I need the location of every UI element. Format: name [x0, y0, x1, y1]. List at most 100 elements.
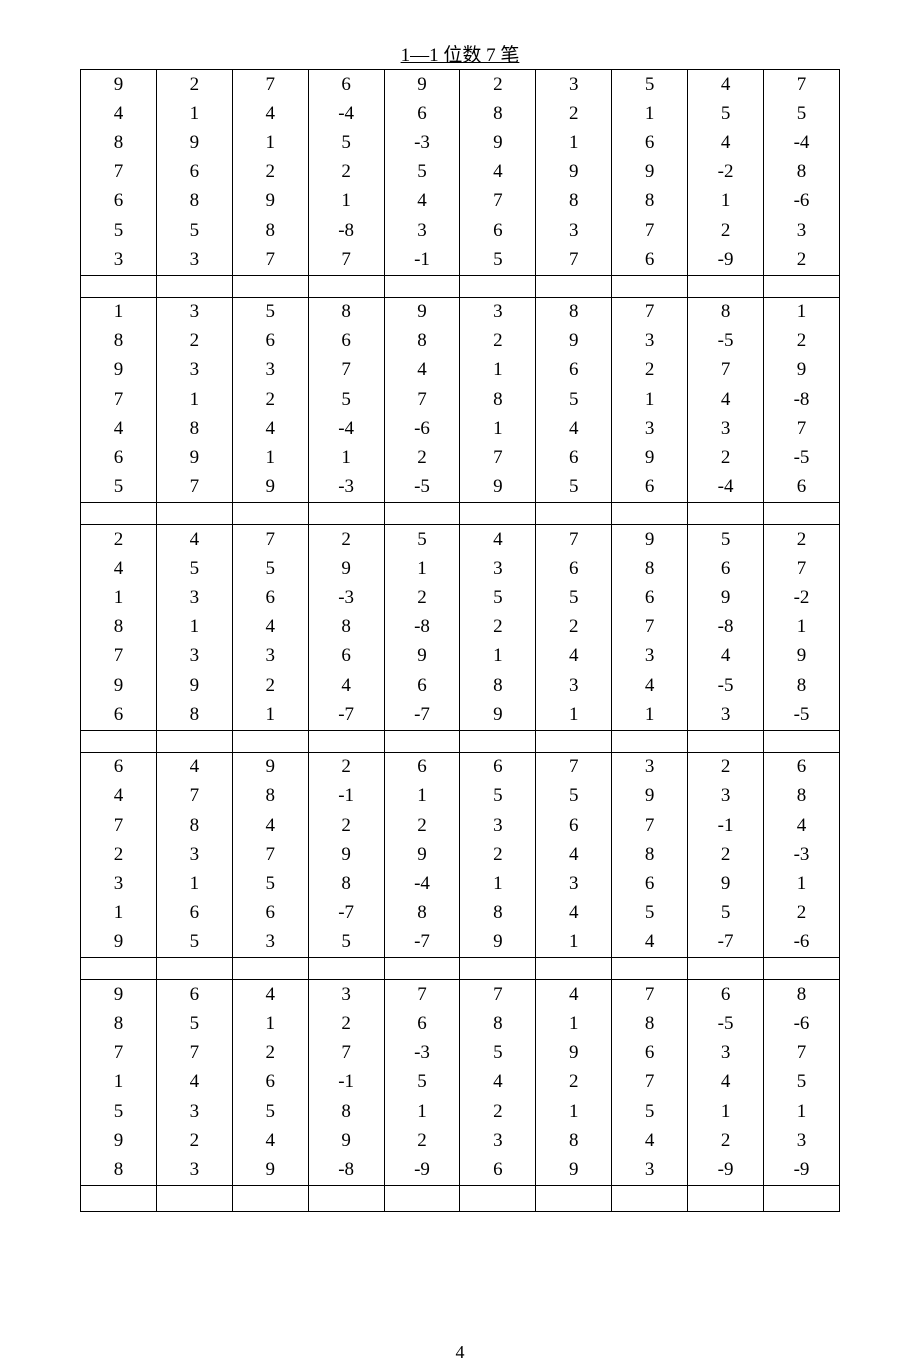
table-row: 579-3-5956-46	[81, 473, 840, 503]
table-cell: -6	[384, 414, 460, 443]
table-cell: 6	[81, 444, 157, 473]
table-row: 82668293-52	[81, 327, 840, 356]
blank-cell	[308, 1185, 384, 1211]
table-cell: 3	[81, 245, 157, 275]
table-cell: 2	[764, 899, 840, 928]
table-cell: 5	[536, 473, 612, 503]
table-cell: 2	[384, 444, 460, 473]
table-cell: 1	[232, 444, 308, 473]
table-cell: 2	[232, 158, 308, 187]
table-cell: 2	[384, 1126, 460, 1155]
blank-cell	[764, 730, 840, 752]
table-cell: 2	[156, 327, 232, 356]
blank-cell	[612, 730, 688, 752]
table-cell: 9	[156, 128, 232, 157]
table-cell: 1	[232, 128, 308, 157]
table-cell: 6	[308, 70, 384, 100]
table-cell: -1	[688, 811, 764, 840]
table-cell: 4	[688, 385, 764, 414]
blank-cell	[308, 730, 384, 752]
table-cell: 8	[81, 613, 157, 642]
table-cell: 1	[536, 928, 612, 958]
table-cell: 4	[536, 414, 612, 443]
table-cell: 4	[232, 980, 308, 1010]
table-cell: 8	[764, 980, 840, 1010]
table-cell: 6	[384, 1009, 460, 1038]
table-cell: 4	[156, 752, 232, 782]
blank-cell	[384, 958, 460, 980]
table-cell: 4	[81, 554, 157, 583]
table-cell: 2	[384, 811, 460, 840]
blank-row	[81, 958, 840, 980]
blank-row	[81, 730, 840, 752]
table-cell: 5	[384, 158, 460, 187]
table-cell: 7	[81, 811, 157, 840]
table-cell: 9	[232, 1155, 308, 1185]
table-cell: 2	[688, 444, 764, 473]
table-cell: 4	[688, 70, 764, 100]
table-cell: -9	[764, 1155, 840, 1185]
table-cell: 4	[232, 811, 308, 840]
table-cell: 8	[536, 187, 612, 216]
blank-cell	[81, 503, 157, 525]
table-cell: 9	[156, 444, 232, 473]
table-cell: 8	[156, 187, 232, 216]
table-cell: -1	[308, 782, 384, 811]
table-cell: 1	[156, 613, 232, 642]
table-cell: 6	[536, 554, 612, 583]
table-cell: 9	[232, 473, 308, 503]
table-row: 689147881-6	[81, 187, 840, 216]
table-cell: 2	[460, 840, 536, 869]
table-cell: 1	[764, 297, 840, 327]
table-cell: 7	[156, 1039, 232, 1068]
table-row: 9249238423	[81, 1126, 840, 1155]
table-cell: 9	[460, 473, 536, 503]
table-cell: -7	[688, 928, 764, 958]
table-cell: 6	[384, 671, 460, 700]
blank-cell	[232, 1185, 308, 1211]
table-row: 7336914349	[81, 642, 840, 671]
table-cell: 9	[384, 642, 460, 671]
table-cell: 6	[612, 473, 688, 503]
table-cell: 6	[232, 1068, 308, 1097]
table-cell: 1	[81, 584, 157, 613]
table-cell: 5	[232, 554, 308, 583]
table-cell: 6	[536, 444, 612, 473]
table-cell: 2	[308, 1009, 384, 1038]
table-cell: 9	[81, 70, 157, 100]
table-cell: 5	[232, 1097, 308, 1126]
table-row: 691127692-5	[81, 444, 840, 473]
table-cell: 5	[536, 584, 612, 613]
table-cell: -7	[384, 700, 460, 730]
table-cell: 1	[460, 869, 536, 898]
table-cell: 5	[308, 128, 384, 157]
table-cell: 6	[612, 245, 688, 275]
blank-cell	[308, 503, 384, 525]
table-cell: 1	[612, 385, 688, 414]
blank-cell	[764, 275, 840, 297]
blank-cell	[384, 503, 460, 525]
table-cell: -5	[764, 444, 840, 473]
table-cell: 4	[536, 980, 612, 1010]
table-cell: 2	[764, 525, 840, 555]
table-cell: 7	[384, 980, 460, 1010]
table-cell: 2	[81, 525, 157, 555]
table-cell: 3	[232, 642, 308, 671]
table-row: 78422367-14	[81, 811, 840, 840]
blank-cell	[764, 1185, 840, 1211]
table-cell: 8	[612, 554, 688, 583]
table-cell: 3	[156, 245, 232, 275]
table-cell: 9	[536, 327, 612, 356]
table-cell: 1	[308, 187, 384, 216]
table-cell: 8	[536, 297, 612, 327]
table-cell: -2	[688, 158, 764, 187]
table-cell: -5	[688, 671, 764, 700]
table-cell: 5	[156, 216, 232, 245]
table-cell: 2	[536, 613, 612, 642]
table-cell: 7	[384, 385, 460, 414]
table-cell: 9	[536, 1155, 612, 1185]
table-cell: 8	[612, 187, 688, 216]
table-cell: 3	[232, 356, 308, 385]
blank-cell	[612, 503, 688, 525]
table-cell: 5	[460, 584, 536, 613]
